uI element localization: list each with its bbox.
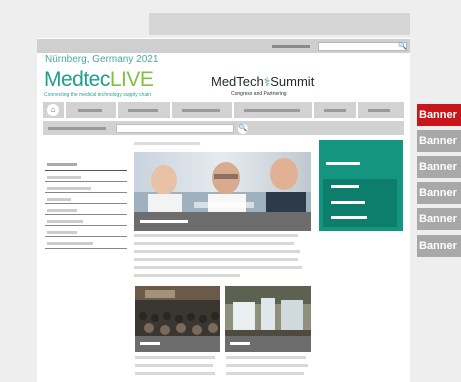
search-icon[interactable]: 🔍 xyxy=(238,124,248,134)
hero-heading-placeholder xyxy=(134,142,200,145)
sidebar-item[interactable] xyxy=(47,209,77,212)
nav-item[interactable] xyxy=(128,109,158,112)
sidebar-divider xyxy=(45,181,127,182)
news-card-title xyxy=(230,342,250,345)
nav-separator xyxy=(312,102,314,118)
top-banner-placeholder[interactable] xyxy=(149,13,410,35)
side-banner[interactable]: Banner xyxy=(417,104,461,126)
sidebar-item[interactable] xyxy=(47,231,77,234)
search-icon[interactable]: 🔍 xyxy=(398,42,407,51)
logo-right-main: MedTech xyxy=(211,74,264,89)
side-banner[interactable]: Banner xyxy=(417,156,461,178)
text-line xyxy=(134,258,298,261)
text-line xyxy=(135,372,215,375)
side-banner[interactable]: Banner xyxy=(417,182,461,204)
teaser-link[interactable] xyxy=(331,185,359,188)
text-line xyxy=(226,364,308,367)
conference-photo xyxy=(135,286,220,338)
sidebar-item[interactable] xyxy=(47,198,71,201)
medtech-summit-logo[interactable]: MedTech⚕Summit xyxy=(211,74,314,90)
utility-link-placeholder[interactable] xyxy=(272,45,310,48)
nav-separator xyxy=(170,102,172,118)
search-input[interactable] xyxy=(116,124,234,133)
text-line xyxy=(134,266,302,269)
text-line xyxy=(226,356,306,359)
sidebar-divider xyxy=(45,203,127,204)
text-line xyxy=(135,356,215,359)
sidebar-heading xyxy=(47,163,77,166)
nav-item[interactable] xyxy=(78,109,102,112)
news-card-image[interactable] xyxy=(135,286,220,338)
hero-caption-text xyxy=(140,220,188,223)
text-line xyxy=(134,250,300,253)
medteclive-logo[interactable]: MedtecLIVE xyxy=(44,68,154,91)
nav-item[interactable] xyxy=(182,109,220,112)
sidebar-item[interactable] xyxy=(47,187,91,190)
sidebar-divider xyxy=(45,214,127,215)
sidebar-divider xyxy=(45,192,127,193)
exhibition-photo xyxy=(225,286,311,338)
side-banner[interactable]: Banner xyxy=(417,208,461,230)
nav-separator xyxy=(232,102,234,118)
side-banner[interactable]: Banner xyxy=(417,235,461,257)
teaser-link[interactable] xyxy=(331,216,367,219)
logo-main-text: Medtec xyxy=(44,68,110,91)
medteclive-tagline: Connecting the medical technology supply… xyxy=(44,92,152,98)
sidebar-item[interactable] xyxy=(47,220,83,223)
sidebar-item[interactable] xyxy=(47,242,93,245)
medtech-summit-tagline: Congress and Partnering xyxy=(231,91,287,97)
logo-accent-text: LIVE xyxy=(109,68,154,91)
text-line xyxy=(135,364,213,367)
sidebar-divider xyxy=(45,170,127,171)
nav-separator xyxy=(356,102,358,118)
nav-separator xyxy=(116,102,118,118)
text-line xyxy=(134,274,240,277)
nav-separator xyxy=(64,102,66,118)
teaser-title xyxy=(326,162,360,165)
text-line xyxy=(226,372,304,375)
event-location: Nürnberg, Germany 2021 xyxy=(45,54,159,65)
text-line xyxy=(134,242,294,245)
home-icon[interactable]: ⌂ xyxy=(47,104,59,116)
nav-item[interactable] xyxy=(324,109,346,112)
sidebar-divider xyxy=(45,248,127,249)
sidebar-item[interactable] xyxy=(47,176,81,179)
teaser-link[interactable] xyxy=(331,201,365,204)
utility-search-input[interactable] xyxy=(318,42,407,51)
news-card-title xyxy=(140,342,160,345)
sidebar-divider xyxy=(45,225,127,226)
search-label xyxy=(48,127,106,130)
side-banner[interactable]: Banner xyxy=(417,130,461,152)
news-card-image[interactable] xyxy=(225,286,311,338)
text-line xyxy=(134,234,298,237)
sidebar-divider xyxy=(45,236,127,237)
logo-right-accent: Summit xyxy=(270,74,315,89)
nav-item[interactable] xyxy=(244,109,300,112)
nav-item[interactable] xyxy=(368,109,390,112)
